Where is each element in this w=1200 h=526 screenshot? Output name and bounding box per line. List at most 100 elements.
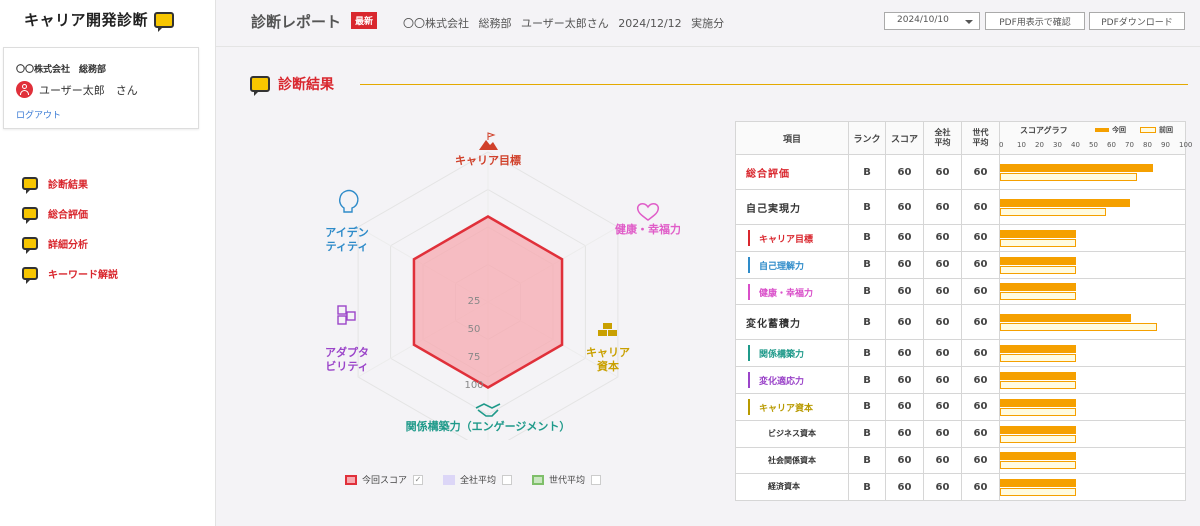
row-company-avg: 60 bbox=[923, 446, 962, 475]
nav-label: 診断結果 bbox=[48, 179, 88, 191]
graph-tick: 40 bbox=[1071, 141, 1080, 149]
nav-item-keywords[interactable]: キーワード解説 bbox=[22, 258, 118, 288]
radar-scale-label: 100 bbox=[464, 380, 483, 391]
bar-previous bbox=[1000, 407, 1076, 416]
bar-current bbox=[1000, 452, 1076, 461]
bar-previous bbox=[1000, 434, 1076, 443]
row-score: 60 bbox=[885, 473, 924, 502]
radar-legend: 今回スコア ✓ 全社平均 世代平均 bbox=[345, 473, 621, 486]
graph-tick: 90 bbox=[1161, 141, 1170, 149]
row-graph bbox=[999, 339, 1186, 368]
row-gen-avg: 60 bbox=[961, 224, 1000, 252]
row-score: 60 bbox=[885, 419, 924, 448]
bar-current bbox=[1000, 425, 1076, 434]
radar-axis-label: アイデン bbox=[325, 225, 368, 239]
table-row: 健康・幸福力 B 60 60 60 bbox=[735, 277, 1186, 306]
category-marker bbox=[748, 230, 750, 246]
row-score: 60 bbox=[885, 304, 924, 341]
row-graph bbox=[999, 304, 1186, 341]
bar-current bbox=[1000, 314, 1132, 323]
row-label-text: 関係構築力 bbox=[759, 350, 805, 361]
row-score: 60 bbox=[885, 277, 924, 306]
user-name-row: ユーザー太郎 さん bbox=[16, 81, 138, 98]
radar-axis-label: アダプタ bbox=[325, 345, 369, 359]
app-logo[interactable]: キャリア開発診断 bbox=[24, 9, 175, 32]
legend-now: 今回 bbox=[1095, 125, 1126, 135]
score-table: 項目 ランク スコア 全社 平均 世代 平均 スコアグラフ 今回 前回 0 10 2… bbox=[735, 121, 1192, 502]
row-gen-avg: 60 bbox=[961, 339, 1000, 368]
user-icon bbox=[16, 81, 33, 98]
row-score: 60 bbox=[885, 339, 924, 368]
bar-current bbox=[1000, 398, 1076, 407]
bar-current bbox=[1000, 164, 1153, 172]
bar-current bbox=[1000, 345, 1076, 354]
row-graph bbox=[999, 224, 1186, 252]
bar-current bbox=[1000, 283, 1076, 292]
pdf-view-button[interactable]: PDF用表示で確認 bbox=[985, 12, 1085, 30]
legend-swatch-score bbox=[345, 474, 357, 485]
row-rank: B bbox=[848, 339, 886, 368]
bar-previous bbox=[1000, 173, 1137, 181]
legend-now-label: 今回 bbox=[1112, 126, 1126, 134]
speech-bubble-icon bbox=[154, 11, 175, 32]
radar-score-area bbox=[412, 215, 564, 389]
row-label-text: 社会関係資本 bbox=[768, 455, 816, 465]
gold-bars-icon bbox=[598, 323, 617, 336]
row-gen-avg: 60 bbox=[961, 304, 1000, 341]
bar-previous bbox=[1000, 381, 1076, 390]
row-label: 社会関係資本 bbox=[735, 446, 849, 475]
header-item: 項目 bbox=[735, 121, 849, 155]
legend-prev-label: 前回 bbox=[1159, 126, 1173, 134]
row-company-avg: 60 bbox=[923, 419, 962, 448]
row-label-text: 健康・幸福力 bbox=[759, 288, 814, 299]
category-marker bbox=[748, 256, 750, 273]
date-select-value: 2024/10/10 bbox=[897, 15, 949, 25]
speech-bubble-icon bbox=[22, 206, 38, 224]
table-row: 総合評価 B 60 60 60 bbox=[735, 154, 1186, 190]
legend-prev: 前回 bbox=[1140, 125, 1173, 135]
nav-item-overall[interactable]: 総合評価 bbox=[22, 198, 118, 228]
row-score: 60 bbox=[885, 446, 924, 475]
row-graph bbox=[999, 154, 1186, 190]
row-graph bbox=[999, 189, 1186, 225]
user-card: 〇〇株式会社 総務部 ユーザー太郎 さん ログアウト bbox=[3, 47, 199, 129]
row-rank: B bbox=[848, 224, 886, 252]
nav-label: 詳細分析 bbox=[48, 239, 88, 251]
nav-item-analysis[interactable]: 詳細分析 bbox=[22, 228, 118, 258]
pdf-download-button[interactable]: PDFダウンロード bbox=[1089, 12, 1185, 30]
row-label: キャリア目標 bbox=[735, 224, 849, 252]
radar-scale-label: 50 bbox=[468, 324, 481, 335]
legend-checkbox-company[interactable] bbox=[502, 474, 513, 485]
row-label-text: キャリア資本 bbox=[759, 403, 814, 414]
row-company-avg: 60 bbox=[923, 154, 962, 190]
speech-bubble-icon bbox=[250, 76, 270, 96]
date-select[interactable]: 2024/10/10 bbox=[884, 12, 980, 30]
logout-link[interactable]: ログアウト bbox=[16, 108, 61, 121]
graph-tick: 50 bbox=[1089, 141, 1098, 149]
nav-item-results[interactable]: 診断結果 bbox=[22, 168, 118, 198]
row-company-avg: 60 bbox=[923, 304, 962, 341]
row-score: 60 bbox=[885, 392, 924, 421]
bar-previous bbox=[1000, 323, 1157, 332]
row-score: 60 bbox=[885, 154, 924, 190]
speech-bubble-icon bbox=[22, 236, 38, 254]
row-label-text: 変化蓄積力 bbox=[746, 318, 801, 330]
legend-checkbox-score[interactable]: ✓ bbox=[413, 474, 424, 485]
row-rank: B bbox=[848, 304, 886, 341]
table-row: 変化適応力 B 60 60 60 bbox=[735, 366, 1186, 394]
bar-current bbox=[1000, 256, 1076, 265]
radar-axis-label: 健康・幸福力 bbox=[615, 222, 680, 236]
legend-swatch-generation bbox=[532, 474, 545, 485]
row-graph bbox=[999, 473, 1186, 502]
legend-checkbox-generation[interactable] bbox=[591, 474, 602, 485]
header-rank: ランク bbox=[848, 121, 886, 155]
radar-axis-label: キャリア bbox=[586, 346, 630, 359]
latest-badge: 最新 bbox=[351, 12, 378, 29]
row-gen-avg: 60 bbox=[961, 277, 1000, 306]
table-row: 自己理解力 B 60 60 60 bbox=[735, 250, 1186, 279]
radar-scale-label: 25 bbox=[468, 296, 481, 307]
row-rank: B bbox=[848, 250, 886, 279]
category-marker bbox=[748, 372, 750, 389]
graph-tick: 60 bbox=[1107, 141, 1116, 149]
radar-axis-label: キャリア目標 bbox=[455, 153, 521, 167]
